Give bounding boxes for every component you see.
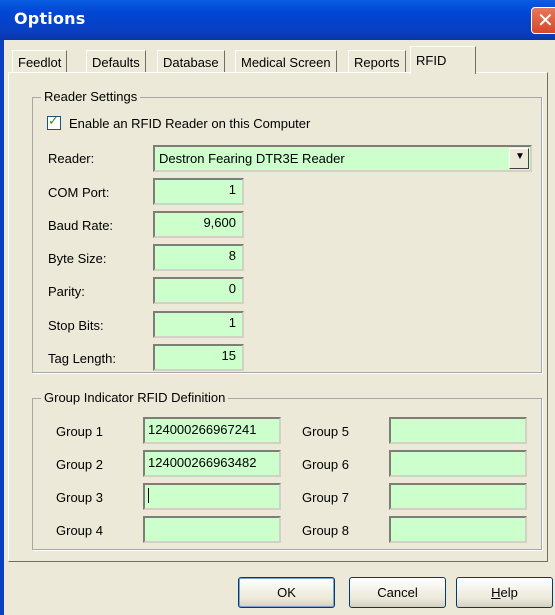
group-7-label: Group 7 bbox=[302, 490, 349, 505]
group-6-field[interactable] bbox=[389, 450, 527, 477]
checkmark-icon: ✓ bbox=[48, 114, 59, 129]
baud-rate-label: Baud Rate: bbox=[48, 218, 114, 233]
reader-value: Destron Fearing DTR3E Reader bbox=[159, 151, 345, 166]
tab-medical-screen[interactable]: Medical Screen bbox=[235, 50, 337, 72]
title-bar: Options ✕ bbox=[0, 0, 555, 40]
reader-select[interactable]: Destron Fearing DTR3E Reader ▼ bbox=[153, 145, 532, 172]
enable-rfid-checkbox[interactable]: ✓ bbox=[47, 114, 61, 130]
com-port-field[interactable]: 1 bbox=[153, 178, 244, 205]
group-2-field[interactable]: 124000266963482 bbox=[143, 450, 281, 477]
help-button-accel: H bbox=[491, 585, 501, 600]
group-8-field[interactable] bbox=[389, 516, 527, 543]
byte-size-field[interactable]: 8 bbox=[153, 244, 244, 271]
ok-button[interactable]: OK bbox=[238, 577, 335, 608]
group-6-label: Group 6 bbox=[302, 457, 349, 472]
reader-dropdown-button[interactable]: ▼ bbox=[509, 148, 529, 169]
reader-settings-group: Reader Settings bbox=[32, 89, 542, 373]
group-7-field[interactable] bbox=[389, 483, 527, 510]
close-button[interactable]: ✕ bbox=[531, 7, 555, 34]
group-8-label: Group 8 bbox=[302, 523, 349, 538]
help-button[interactable]: Help bbox=[456, 577, 553, 608]
tag-length-label: Tag Length: bbox=[48, 351, 116, 366]
cancel-button[interactable]: Cancel bbox=[349, 577, 446, 608]
text-cursor bbox=[148, 488, 149, 503]
parity-label: Parity: bbox=[48, 284, 85, 299]
group-5-label: Group 5 bbox=[302, 424, 349, 439]
tab-feedlot[interactable]: Feedlot bbox=[12, 50, 68, 72]
chevron-down-icon: ▼ bbox=[515, 151, 525, 162]
com-port-label: COM Port: bbox=[48, 185, 110, 200]
group-1-field[interactable]: 124000266967241 bbox=[143, 417, 281, 444]
tab-reports[interactable]: Reports bbox=[348, 50, 406, 72]
byte-size-label: Byte Size: bbox=[48, 251, 107, 266]
parity-field[interactable]: 0 bbox=[153, 277, 244, 304]
reader-label: Reader: bbox=[48, 151, 95, 166]
close-icon: ✕ bbox=[537, 8, 554, 32]
reader-settings-legend: Reader Settings bbox=[41, 89, 141, 104]
stop-bits-label: Stop Bits: bbox=[48, 318, 104, 333]
group-indicator-legend: Group Indicator RFID Definition bbox=[41, 390, 229, 405]
group-5-field[interactable] bbox=[389, 417, 527, 444]
group-3-label: Group 3 bbox=[56, 490, 103, 505]
enable-rfid-label: Enable an RFID Reader on this Computer bbox=[69, 116, 311, 131]
tab-database[interactable]: Database bbox=[157, 50, 225, 72]
tag-length-field[interactable]: 15 bbox=[153, 344, 244, 371]
group-2-label: Group 2 bbox=[56, 457, 103, 472]
baud-rate-field[interactable]: 9,600 bbox=[153, 211, 244, 238]
window-title: Options bbox=[14, 9, 86, 28]
stop-bits-field[interactable]: 1 bbox=[153, 311, 244, 338]
group-4-field[interactable] bbox=[143, 516, 281, 543]
tab-rfid[interactable]: RFID bbox=[410, 46, 476, 74]
tab-defaults[interactable]: Defaults bbox=[86, 50, 146, 72]
help-button-label: elp bbox=[500, 585, 518, 600]
window-border bbox=[0, 40, 4, 615]
group-1-label: Group 1 bbox=[56, 424, 103, 439]
group-3-field[interactable] bbox=[143, 483, 281, 510]
group-4-label: Group 4 bbox=[56, 523, 103, 538]
